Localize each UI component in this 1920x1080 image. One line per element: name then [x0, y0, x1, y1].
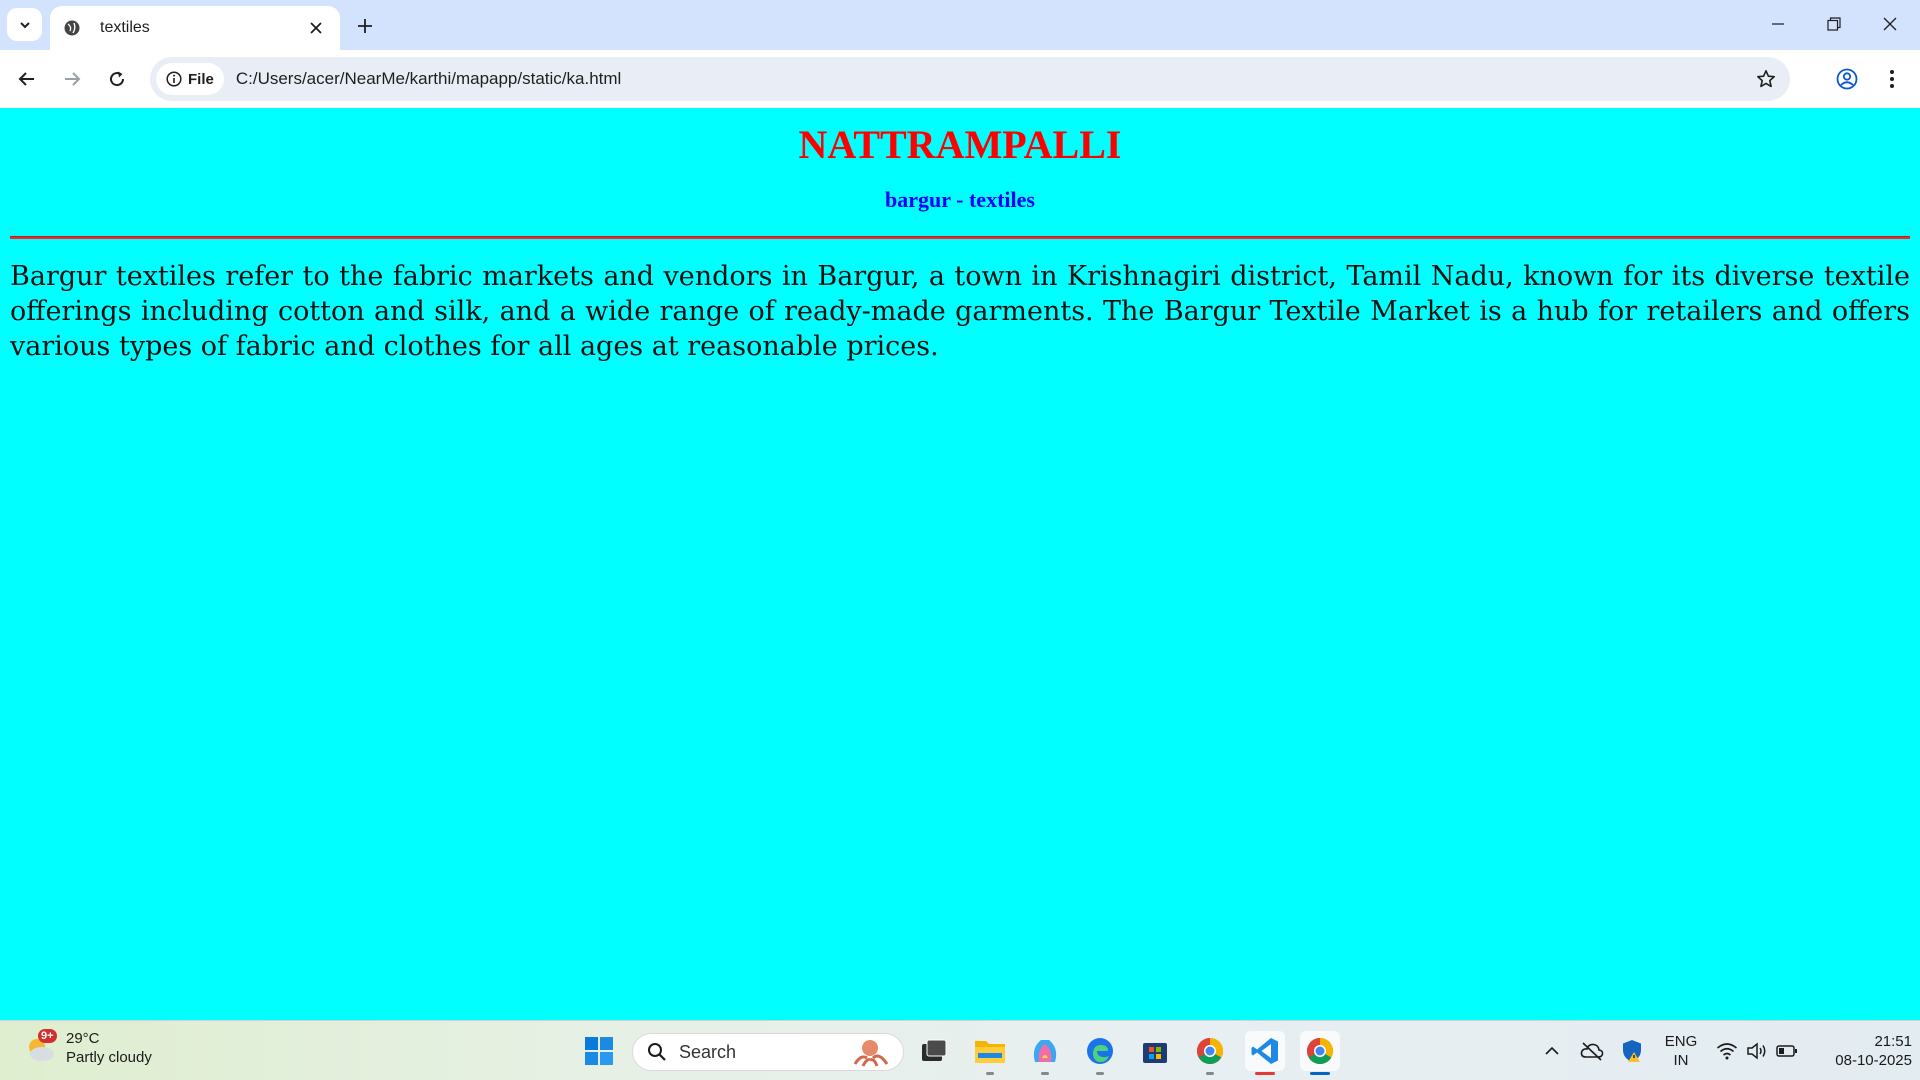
restore-icon: [1827, 17, 1841, 31]
arrow-right-icon: [65, 72, 81, 86]
vscode-button[interactable]: [1245, 1031, 1285, 1075]
store-button[interactable]: [1135, 1031, 1175, 1071]
address-bar[interactable]: File C:/Users/acer/NearMe/karthi/mapapp/…: [150, 57, 1790, 101]
minimize-icon: [1772, 23, 1784, 25]
info-icon: [166, 71, 182, 87]
language-indicator[interactable]: ENG IN: [1660, 1032, 1702, 1070]
tab-search-button[interactable]: [7, 8, 42, 41]
language-code: ENG: [1664, 1033, 1698, 1050]
chrome-active-button[interactable]: [1300, 1031, 1340, 1075]
search-highlight-icon: [853, 1040, 889, 1067]
running-indicator: [1041, 1072, 1049, 1075]
onedrive-button[interactable]: [1573, 1031, 1611, 1071]
temperature: 29°C: [66, 1030, 100, 1047]
running-indicator: [986, 1072, 994, 1075]
close-tab-icon[interactable]: [304, 16, 328, 40]
forward-button[interactable]: [54, 62, 90, 96]
running-indicator: [1096, 1072, 1104, 1075]
reload-button[interactable]: [99, 62, 135, 96]
horizontal-rule: [10, 236, 1910, 239]
page-title: NATTRAMPALLI: [798, 122, 1122, 167]
page-content: NATTRAMPALLI bargur - textiles Bargur te…: [0, 108, 1920, 1020]
chrome-button[interactable]: [1190, 1031, 1230, 1075]
security-button[interactable]: [1613, 1031, 1651, 1071]
more-vert-icon: [1890, 70, 1894, 88]
tab-title: textiles: [100, 19, 150, 36]
search-placeholder: Search: [679, 1041, 737, 1062]
folder-icon: [975, 1041, 1005, 1063]
task-view-button[interactable]: [914, 1031, 954, 1071]
restore-button[interactable]: [1814, 8, 1854, 40]
search-icon: [648, 1043, 666, 1061]
description-paragraph: Bargur textiles refer to the fabric mark…: [10, 261, 1910, 362]
battery-icon: [1776, 1045, 1797, 1057]
weather-widget[interactable]: 9+ 29°C Partly cloudy: [22, 1029, 152, 1067]
edge-button[interactable]: [1080, 1031, 1120, 1075]
profile-button[interactable]: [1829, 62, 1865, 96]
close-window-button[interactable]: [1870, 8, 1910, 40]
site-info-chip[interactable]: File: [156, 63, 224, 95]
chrome-icon: [1196, 1037, 1224, 1065]
active-indicator: [1310, 1072, 1330, 1075]
page-subtitle: bargur - textiles: [885, 187, 1035, 212]
chrome-icon: [1306, 1037, 1334, 1065]
active-indicator: [1255, 1072, 1275, 1075]
partly-cloudy-icon: 9+: [22, 1029, 60, 1067]
account-icon: [1836, 68, 1858, 90]
speaker-icon: [1747, 1042, 1766, 1060]
clock[interactable]: 21:51 08-10-2025: [1812, 1032, 1912, 1070]
start-button[interactable]: [579, 1031, 619, 1071]
copilot-button[interactable]: [1025, 1031, 1065, 1075]
windows-icon: [585, 1037, 613, 1065]
copilot-icon: [1033, 1040, 1057, 1062]
reload-icon: [110, 71, 125, 87]
language-region: IN: [1673, 1052, 1689, 1069]
arrow-left-icon: [18, 72, 34, 86]
url-text[interactable]: C:/Users/acer/NearMe/karthi/mapapp/stati…: [236, 69, 1746, 89]
browser-toolbar: File C:/Users/acer/NearMe/karthi/mapapp/…: [0, 50, 1920, 108]
back-button[interactable]: [9, 62, 45, 96]
close-icon: [1883, 17, 1897, 31]
wifi-icon: [1716, 1043, 1738, 1060]
weather-badge: 9+: [38, 1029, 57, 1043]
bookmark-star-icon[interactable]: [1746, 59, 1786, 99]
show-hidden-icons-button[interactable]: [1533, 1031, 1571, 1071]
minimize-button[interactable]: [1758, 8, 1798, 40]
tab-textiles[interactable]: textiles: [50, 6, 340, 50]
chevron-down-icon: [19, 21, 30, 28]
globe-icon: [62, 18, 82, 38]
clock-time: 21:51: [1874, 1033, 1912, 1050]
clock-date: 08-10-2025: [1835, 1052, 1912, 1069]
new-tab-button[interactable]: [350, 11, 380, 41]
edge-icon: [1087, 1038, 1113, 1064]
vscode-icon: [1251, 1038, 1278, 1064]
site-info-label: File: [188, 70, 214, 88]
chevron-up-icon: [1545, 1046, 1559, 1055]
taskbar: 9+ 29°C Partly cloudy Search ENG IN 21:5…: [0, 1020, 1920, 1080]
taskbar-search[interactable]: Search: [632, 1033, 904, 1071]
file-explorer-button[interactable]: [970, 1031, 1010, 1075]
cloud-offline-icon: [1580, 1042, 1604, 1061]
menu-button[interactable]: [1874, 62, 1910, 96]
weather-condition: Partly cloudy: [66, 1049, 152, 1066]
running-indicator: [1206, 1072, 1214, 1075]
shield-warning-icon: [1623, 1040, 1641, 1062]
plus-icon: [358, 19, 372, 33]
store-icon: [1143, 1043, 1167, 1063]
task-view-icon: [922, 1039, 947, 1061]
battery-button[interactable]: [1769, 1031, 1805, 1071]
tab-strip: textiles: [0, 0, 1920, 50]
